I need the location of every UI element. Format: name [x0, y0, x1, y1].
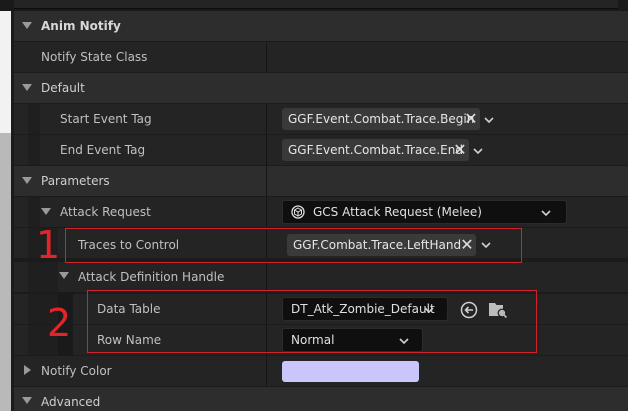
tag-value: GGF.Combat.Trace.LeftHand [293, 238, 462, 252]
collapse-arrow-icon[interactable] [59, 272, 69, 279]
row-name-dropdown[interactable]: Normal [282, 328, 423, 352]
property-row-notify-color: Notify Color [14, 356, 628, 386]
chevron-down-icon[interactable] [473, 146, 483, 156]
property-label: Attack Definition Handle [78, 270, 225, 284]
property-row-row-name: Row Name Normal [14, 325, 628, 355]
property-label: Traces to Control [78, 238, 180, 252]
property-label: Row Name [97, 333, 162, 347]
struct-icon [291, 205, 305, 219]
left-gutter [0, 133, 11, 411]
collapse-arrow-icon[interactable] [41, 208, 51, 215]
annotation-number-1: 1 [36, 223, 61, 267]
clear-x-icon[interactable]: ✕ [464, 108, 478, 130]
property-row-notify-state-class: Notify State Class [14, 42, 628, 72]
property-row-traces-to-control: Traces to Control GGF.Combat.Trace.LeftH… [14, 228, 628, 258]
chevron-down-icon [399, 338, 409, 345]
collapse-arrow-icon[interactable] [22, 84, 32, 91]
category-default[interactable]: Default [14, 73, 628, 103]
property-label: Start Event Tag [60, 112, 152, 126]
property-label: Data Table [97, 302, 161, 316]
property-label: End Event Tag [60, 143, 146, 157]
dropdown-value: DT_Atk_Zombie_Default [291, 302, 435, 316]
tag-value: GGF.Event.Combat.Trace.End [288, 143, 463, 157]
expand-arrow-icon[interactable] [24, 365, 31, 375]
clear-x-icon[interactable]: ✕ [460, 234, 474, 256]
browse-back-arrow-icon[interactable] [460, 301, 478, 319]
struct-type-dropdown[interactable]: GCS Attack Request (Melee) [282, 200, 567, 224]
property-label: Attack Request [60, 205, 151, 219]
data-table-dropdown[interactable]: DT_Atk_Zombie_Default [282, 297, 448, 321]
property-row-attack-request: Attack Request GCS Attack Request (Melee… [14, 197, 628, 227]
category-label: Default [41, 81, 85, 95]
annotation-number-2: 2 [47, 301, 72, 345]
property-row-data-table: Data Table DT_Atk_Zombie_Default [14, 294, 628, 324]
find-in-browser-icon[interactable] [488, 300, 508, 319]
property-label: Notify State Class [41, 50, 148, 64]
gameplay-tag-chip[interactable]: GGF.Combat.Trace.LeftHand ✕ [287, 234, 476, 256]
category-advanced[interactable]: Advanced [14, 387, 628, 411]
dropdown-value: GCS Attack Request (Melee) [313, 205, 482, 219]
collapse-arrow-icon[interactable] [22, 397, 32, 404]
dropdown-value: Normal [291, 333, 335, 347]
property-row-attack-definition-handle: Attack Definition Handle [14, 262, 628, 292]
left-gutter-top [0, 11, 11, 133]
chevron-down-icon [424, 307, 434, 314]
category-parameters[interactable]: Parameters [14, 166, 628, 196]
gameplay-tag-chip[interactable]: GGF.Event.Combat.Trace.End ✕ [282, 139, 469, 161]
property-row-start-event-tag: Start Event Tag GGF.Event.Combat.Trace.B… [14, 104, 628, 134]
property-label: Notify Color [41, 364, 112, 378]
chevron-down-icon[interactable] [484, 115, 494, 125]
color-swatch[interactable] [282, 361, 419, 382]
chevron-down-icon[interactable] [481, 240, 491, 250]
collapse-arrow-icon[interactable] [22, 22, 32, 29]
property-row-end-event-tag: End Event Tag GGF.Event.Combat.Trace.End… [14, 135, 628, 165]
collapse-arrow-icon[interactable] [22, 177, 32, 184]
category-label: Advanced [41, 395, 101, 409]
category-label: Parameters [41, 174, 110, 188]
clear-x-icon[interactable]: ✕ [453, 139, 467, 161]
category-anim-notify[interactable]: Anim Notify [14, 11, 628, 41]
gameplay-tag-chip[interactable]: GGF.Event.Combat.Trace.Begin ✕ [282, 108, 480, 130]
top-strip [0, 0, 628, 11]
category-label: Anim Notify [41, 19, 121, 33]
chevron-down-icon [541, 210, 551, 217]
tag-value: GGF.Event.Combat.Trace.Begin [288, 112, 475, 126]
